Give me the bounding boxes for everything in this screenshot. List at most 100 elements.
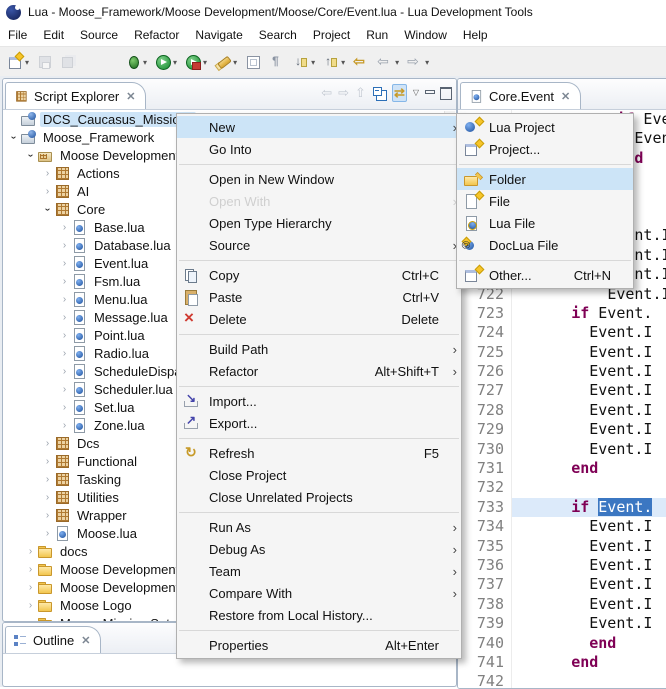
- code-line-724[interactable]: 724 Event.I: [458, 323, 666, 342]
- submenu-item-file[interactable]: File: [457, 190, 633, 212]
- back-icon[interactable]: ⇦: [321, 85, 332, 101]
- context-menu-item-paste[interactable]: PasteCtrl+V: [177, 286, 461, 308]
- expand-arrow-icon[interactable]: ›: [58, 276, 71, 287]
- tab-script-explorer[interactable]: Script Explorer ✕: [5, 82, 146, 109]
- expand-arrow-icon[interactable]: ›: [58, 402, 71, 413]
- expand-arrow-icon[interactable]: ›: [41, 438, 54, 449]
- expand-arrow-icon[interactable]: ›: [8, 131, 19, 144]
- code-line-737[interactable]: 737 Event.I: [458, 575, 666, 594]
- context-menu-item-source[interactable]: Source›: [177, 234, 461, 256]
- menubar-item-edit[interactable]: Edit: [35, 25, 72, 45]
- expand-arrow-icon[interactable]: ›: [41, 474, 54, 485]
- submenu-item-folder[interactable]: Folder: [457, 168, 633, 190]
- expand-arrow-icon[interactable]: ›: [58, 348, 71, 359]
- expand-arrow-icon[interactable]: ›: [41, 168, 54, 179]
- toolbar-button-next-annotation[interactable]: ▾: [290, 52, 318, 72]
- code-line-742[interactable]: 742: [458, 672, 666, 689]
- expand-arrow-icon[interactable]: ›: [42, 203, 53, 216]
- toolbar-button-run[interactable]: ▾: [152, 52, 180, 72]
- minimize-icon[interactable]: [425, 89, 434, 98]
- menubar-item-navigate[interactable]: Navigate: [187, 25, 250, 45]
- toolbar-button-search[interactable]: ▾: [212, 52, 240, 72]
- expand-arrow-icon[interactable]: ›: [24, 564, 37, 575]
- submenu-item-lua-file[interactable]: Lua File: [457, 212, 633, 234]
- code-line-729[interactable]: 729 Event.I: [458, 420, 666, 439]
- dropdown-caret-icon[interactable]: ▾: [25, 58, 29, 67]
- expand-arrow-icon[interactable]: ›: [24, 546, 37, 557]
- collapse-all-icon[interactable]: [372, 86, 386, 100]
- code-line-733[interactable]: 733 if Event.: [458, 498, 666, 517]
- toolbar-button-new-wizard[interactable]: ▾: [4, 52, 32, 72]
- context-menu-item-properties[interactable]: PropertiesAlt+Enter: [177, 634, 461, 656]
- expand-arrow-icon[interactable]: ›: [24, 600, 37, 611]
- code-line-741[interactable]: 741 end: [458, 653, 666, 672]
- context-menu-item-open-in-new-window[interactable]: Open in New Window: [177, 168, 461, 190]
- expand-arrow-icon[interactable]: ›: [24, 618, 37, 622]
- expand-arrow-icon[interactable]: ›: [24, 582, 37, 593]
- toolbar-button-save[interactable]: [34, 52, 56, 72]
- view-menu-icon[interactable]: ▽: [413, 85, 419, 101]
- context-menu-item-close-project[interactable]: Close Project: [177, 464, 461, 486]
- expand-arrow-icon[interactable]: ›: [58, 330, 71, 341]
- context-menu-item-open-with[interactable]: Open With›: [177, 190, 461, 212]
- expand-arrow-icon[interactable]: ›: [58, 294, 71, 305]
- code-line-734[interactable]: 734 Event.I: [458, 517, 666, 536]
- close-icon[interactable]: ✕: [561, 90, 570, 103]
- code-line-730[interactable]: 730 Event.I: [458, 440, 666, 459]
- code-line-735[interactable]: 735 Event.I: [458, 537, 666, 556]
- context-menu-item-export[interactable]: Export...: [177, 412, 461, 434]
- toolbar-button-save-all[interactable]: [58, 52, 80, 72]
- menubar-item-refactor[interactable]: Refactor: [126, 25, 187, 45]
- expand-arrow-icon[interactable]: ›: [58, 312, 71, 323]
- submenu-item-lua-project[interactable]: Lua Project: [457, 116, 633, 138]
- menubar-item-run[interactable]: Run: [358, 25, 396, 45]
- code-line-727[interactable]: 727 Event.I: [458, 381, 666, 400]
- menubar-item-project[interactable]: Project: [305, 25, 358, 45]
- code-line-732[interactable]: 732: [458, 478, 666, 497]
- submenu-item-project[interactable]: Project...: [457, 138, 633, 160]
- expand-arrow-icon[interactable]: ›: [25, 149, 36, 162]
- code-line-723[interactable]: 723 if Event.: [458, 304, 666, 323]
- expand-arrow-icon[interactable]: ›: [41, 186, 54, 197]
- expand-arrow-icon[interactable]: ›: [41, 492, 54, 503]
- forward-icon[interactable]: ⇨: [338, 85, 349, 101]
- toolbar-button-previous-annotation[interactable]: ▾: [320, 52, 348, 72]
- maximize-icon[interactable]: [440, 87, 452, 100]
- context-menu-item-compare-with[interactable]: Compare With›: [177, 582, 461, 604]
- code-line-738[interactable]: 738 Event.I: [458, 595, 666, 614]
- menubar-item-search[interactable]: Search: [251, 25, 305, 45]
- context-menu-item-refactor[interactable]: RefactorAlt+Shift+T›: [177, 360, 461, 382]
- expand-arrow-icon[interactable]: ›: [58, 420, 71, 431]
- code-line-731[interactable]: 731 end: [458, 459, 666, 478]
- dropdown-caret-icon[interactable]: ▾: [203, 58, 207, 67]
- context-menu-item-restore-from-local-history[interactable]: Restore from Local History...: [177, 604, 461, 626]
- dropdown-caret-icon[interactable]: ▾: [425, 58, 429, 67]
- code-line-740[interactable]: 740 end: [458, 634, 666, 653]
- submenu-item-doclua-file[interactable]: DocLua File: [457, 234, 633, 256]
- expand-arrow-icon[interactable]: ›: [58, 366, 71, 377]
- toolbar-button-show-whitespace[interactable]: [266, 52, 288, 72]
- expand-arrow-icon[interactable]: ›: [58, 222, 71, 233]
- code-line-725[interactable]: 725 Event.I: [458, 343, 666, 362]
- code-line-726[interactable]: 726 Event.I: [458, 362, 666, 381]
- close-icon[interactable]: ✕: [126, 90, 135, 103]
- menubar-item-file[interactable]: File: [0, 25, 35, 45]
- expand-arrow-icon[interactable]: ›: [58, 384, 71, 395]
- menubar-item-window[interactable]: Window: [396, 25, 455, 45]
- context-menu-item-copy[interactable]: CopyCtrl+C: [177, 264, 461, 286]
- tab-outline[interactable]: Outline ✕: [5, 626, 101, 653]
- expand-arrow-icon[interactable]: ›: [58, 258, 71, 269]
- up-icon[interactable]: ⇧: [355, 85, 366, 101]
- context-menu-item-new[interactable]: New›: [177, 116, 461, 138]
- tab-core-event[interactable]: Core.Event ✕: [460, 82, 581, 109]
- toolbar-button-forward[interactable]: ▾: [404, 52, 432, 72]
- context-menu-item-go-into[interactable]: Go Into: [177, 138, 461, 160]
- dropdown-caret-icon[interactable]: ▾: [173, 58, 177, 67]
- link-with-editor-icon[interactable]: ⇄: [392, 84, 407, 102]
- context-menu-item-build-path[interactable]: Build Path›: [177, 338, 461, 360]
- context-menu-item-team[interactable]: Team›: [177, 560, 461, 582]
- close-icon[interactable]: ✕: [81, 634, 90, 647]
- menubar-item-help[interactable]: Help: [455, 25, 496, 45]
- context-menu-item-debug-as[interactable]: Debug As›: [177, 538, 461, 560]
- expand-arrow-icon[interactable]: ›: [41, 510, 54, 521]
